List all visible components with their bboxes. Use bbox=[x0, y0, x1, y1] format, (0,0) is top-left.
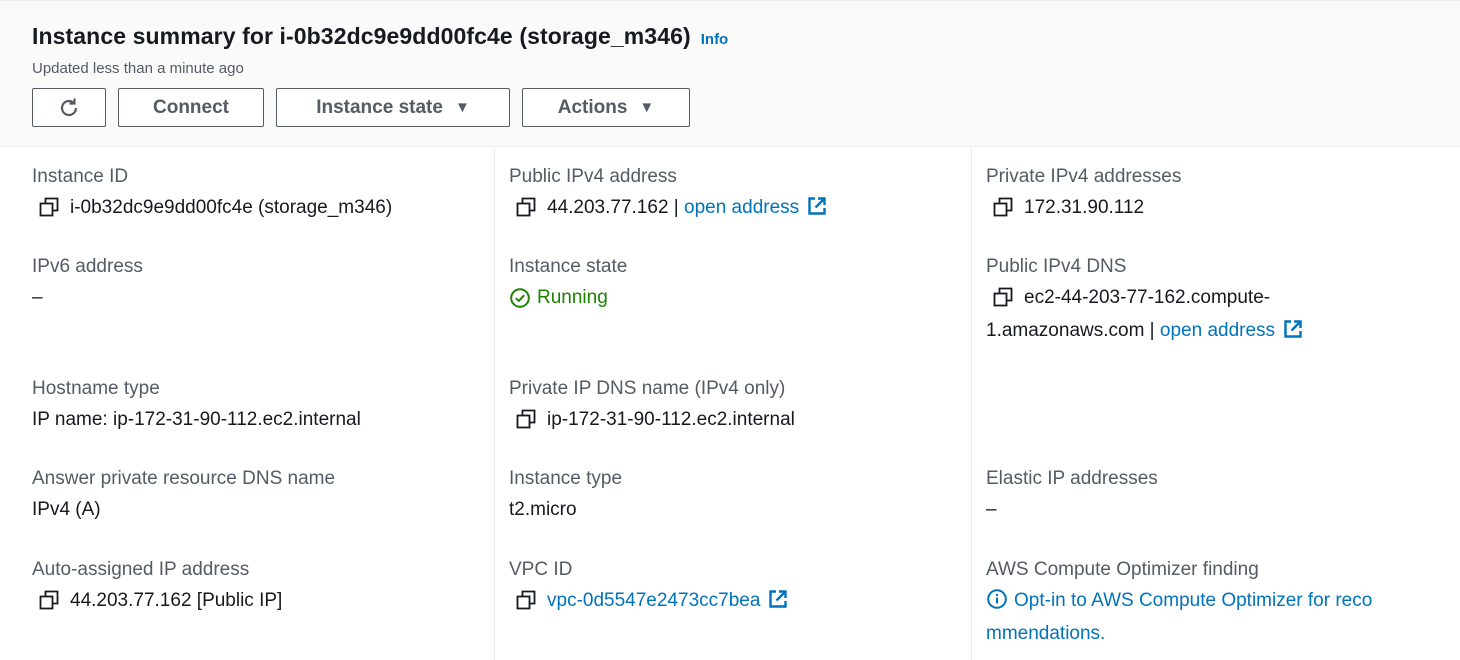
field-label: Auto-assigned IP address bbox=[32, 559, 250, 580]
copy-icon[interactable] bbox=[992, 196, 1014, 218]
public-ipv4-value: 44.203.77.162 bbox=[547, 197, 669, 218]
info-circle-icon bbox=[987, 589, 1007, 609]
private-dns-value: ip-172-31-90-112.ec2.internal bbox=[547, 409, 795, 430]
optimizer-link-line2[interactable]: mmendations. bbox=[986, 623, 1105, 644]
open-address-link[interactable]: open address bbox=[684, 191, 799, 224]
refresh-icon bbox=[60, 98, 78, 116]
field-label: Public IPv4 DNS bbox=[986, 256, 1127, 277]
page-title: Instance summary for i-0b32dc9e9dd00fc4e… bbox=[32, 23, 691, 49]
title-row: Instance summary for i-0b32dc9e9dd00fc4e… bbox=[32, 23, 728, 50]
details-column-3: Private IPv4 addresses 172.31.90.112 Pub… bbox=[971, 147, 1460, 660]
field-value: 172.31.90.112 bbox=[986, 191, 1440, 224]
copy-icon[interactable] bbox=[38, 196, 60, 218]
hostname-type-field: Hostname type IP name: ip-172-31-90-112.… bbox=[32, 375, 474, 436]
field-value: i-0b32dc9e9dd00fc4e (storage_m346) bbox=[32, 191, 474, 224]
instance-type-field: Instance type t2.micro bbox=[509, 465, 951, 526]
caret-down-icon: ▼ bbox=[639, 99, 655, 116]
open-address-link[interactable]: open address bbox=[1160, 320, 1275, 341]
field-value: 44.203.77.162 [Public IP] bbox=[32, 584, 474, 617]
check-circle-icon bbox=[510, 287, 530, 308]
external-link-icon[interactable] bbox=[768, 589, 788, 609]
summary-header: Instance summary for i-0b32dc9e9dd00fc4e… bbox=[0, 0, 1460, 147]
field-label: Instance type bbox=[509, 468, 623, 489]
actions-label: Actions bbox=[557, 96, 628, 118]
vpc-id-field: VPC ID vpc-0d5547e2473cc7bea bbox=[509, 556, 951, 617]
separator: | bbox=[1144, 320, 1160, 341]
ipv6-field: IPv6 address – bbox=[32, 253, 474, 314]
instance-state-value: Running bbox=[509, 281, 951, 314]
private-ipv4-field: Private IPv4 addresses 172.31.90.112 bbox=[986, 163, 1440, 224]
external-link-icon[interactable] bbox=[807, 196, 827, 216]
public-ipv4-field: Public IPv4 address 44.203.77.162 | open… bbox=[509, 163, 951, 224]
field-label: Answer private resource DNS name bbox=[32, 468, 336, 489]
field-value: 44.203.77.162 | open address bbox=[509, 191, 951, 224]
actions-dropdown[interactable]: Actions ▼ bbox=[522, 88, 690, 127]
instance-state-field: Instance state Running bbox=[509, 253, 951, 314]
field-label: IPv6 address bbox=[32, 256, 143, 277]
toolbar: Connect Instance state ▼ Actions ▼ bbox=[32, 88, 702, 127]
elastic-ip-value: – bbox=[986, 499, 997, 520]
public-dns-line1: ec2-44-203-77-162.compute- bbox=[1024, 287, 1271, 308]
external-link-icon[interactable] bbox=[1283, 319, 1303, 339]
answer-dns-field: Answer private resource DNS name IPv4 (A… bbox=[32, 465, 474, 526]
details-grid: Instance ID i-0b32dc9e9dd00fc4e (storage… bbox=[0, 147, 1460, 660]
refresh-button[interactable] bbox=[32, 88, 106, 127]
caret-down-icon: ▼ bbox=[454, 99, 470, 116]
public-dns-line2: 1.amazonaws.com bbox=[986, 320, 1145, 341]
elastic-ip-field: Elastic IP addresses – bbox=[986, 465, 1440, 526]
copy-icon[interactable] bbox=[515, 589, 537, 611]
details-column-1: Instance ID i-0b32dc9e9dd00fc4e (storage… bbox=[0, 147, 494, 660]
private-ipv4-value: 172.31.90.112 bbox=[1024, 197, 1145, 218]
auto-ip-value: 44.203.77.162 [Public IP] bbox=[70, 590, 283, 611]
field-value: ip-172-31-90-112.ec2.internal bbox=[509, 403, 951, 436]
auto-ip-field: Auto-assigned IP address 44.203.77.162 [… bbox=[32, 556, 474, 617]
optimizer-link-line1[interactable]: Opt-in to AWS Compute Optimizer for reco bbox=[1014, 590, 1372, 611]
field-label: AWS Compute Optimizer finding bbox=[986, 559, 1259, 580]
copy-icon[interactable] bbox=[515, 196, 537, 218]
field-value: vpc-0d5547e2473cc7bea bbox=[509, 584, 951, 617]
field-label: Private IP DNS name (IPv4 only) bbox=[509, 378, 786, 399]
optimizer-link[interactable]: Opt-in to AWS Compute Optimizer for reco… bbox=[986, 584, 1440, 650]
field-label: Public IPv4 address bbox=[509, 166, 677, 187]
instance-id-field: Instance ID i-0b32dc9e9dd00fc4e (storage… bbox=[32, 163, 474, 224]
copy-icon[interactable] bbox=[38, 589, 60, 611]
field-label: VPC ID bbox=[509, 559, 573, 580]
vpc-id-link[interactable]: vpc-0d5547e2473cc7bea bbox=[547, 584, 760, 617]
private-dns-field: Private IP DNS name (IPv4 only) ip-172-3… bbox=[509, 375, 951, 436]
instance-state-dropdown[interactable]: Instance state ▼ bbox=[276, 88, 510, 127]
field-label: Elastic IP addresses bbox=[986, 468, 1158, 489]
field-label: Private IPv4 addresses bbox=[986, 166, 1182, 187]
copy-icon[interactable] bbox=[992, 286, 1014, 308]
connect-button[interactable]: Connect bbox=[118, 88, 264, 127]
info-link[interactable]: Info bbox=[701, 31, 729, 48]
running-status: Running bbox=[537, 287, 608, 308]
instance-state-label: Instance state bbox=[316, 96, 443, 118]
answer-dns-value: IPv4 (A) bbox=[32, 499, 101, 520]
ipv6-value: – bbox=[32, 287, 43, 308]
updated-status: Updated less than a minute ago bbox=[32, 60, 244, 77]
hostname-type-value: IP name: ip-172-31-90-112.ec2.internal bbox=[32, 409, 361, 430]
details-column-2: Public IPv4 address 44.203.77.162 | open… bbox=[494, 147, 971, 660]
field-label: Instance state bbox=[509, 256, 628, 277]
copy-icon[interactable] bbox=[515, 408, 537, 430]
optimizer-field: AWS Compute Optimizer finding Opt-in to … bbox=[986, 556, 1440, 650]
field-label: Hostname type bbox=[32, 378, 160, 399]
separator: | bbox=[668, 197, 685, 218]
field-value: ec2-44-203-77-162.compute- 1.amazonaws.c… bbox=[986, 281, 1440, 347]
public-dns-field: Public IPv4 DNS ec2-44-203-77-162.comput… bbox=[986, 253, 1440, 347]
instance-type-value: t2.micro bbox=[509, 499, 577, 520]
field-label: Instance ID bbox=[32, 166, 129, 187]
connect-label: Connect bbox=[153, 96, 229, 118]
instance-id-value: i-0b32dc9e9dd00fc4e (storage_m346) bbox=[70, 197, 393, 218]
